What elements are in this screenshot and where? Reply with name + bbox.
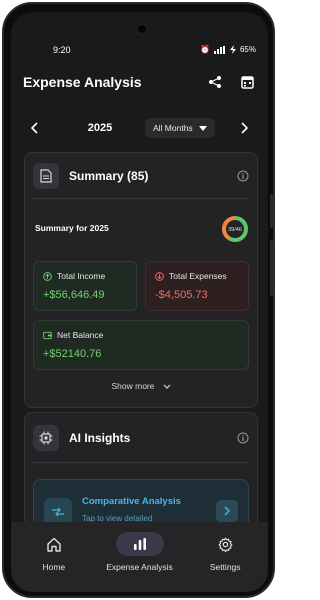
home-icon (30, 532, 78, 556)
income-value: +$56,646.49 (43, 289, 105, 301)
chevron-right-icon (224, 506, 230, 516)
app-header: Expense Analysis (23, 70, 256, 94)
month-filter-dropdown[interactable]: All Months (145, 118, 215, 138)
arrow-down-circle-icon (155, 271, 164, 281)
status-bar: 9:20 ⏰ 65% (11, 12, 268, 55)
summary-title: Summary (85) (69, 168, 149, 183)
summary-header: Summary (85) (33, 153, 249, 199)
nav-settings-label: Settings (209, 562, 241, 572)
chevron-right-icon (241, 122, 248, 134)
caret-down-icon (198, 125, 207, 131)
comparative-analysis-title: Comparative Analysis (82, 496, 181, 507)
expense-value: -$4,505.73 (155, 289, 208, 301)
info-icon[interactable] (237, 432, 249, 444)
app-screen: 9:20 ⏰ 65% Expense Analysis 2025 All Mon… (11, 12, 268, 592)
previous-year-button[interactable] (23, 122, 47, 134)
phone-frame: 9:20 ⏰ 65% Expense Analysis 2025 All Mon… (2, 2, 275, 598)
ai-insights-title: AI Insights (69, 430, 131, 445)
power-button (270, 240, 273, 296)
balance-label: Net Balance (57, 330, 104, 340)
month-filter-value: All Months (153, 123, 193, 133)
summary-card: Summary (85) Summary for 2025 39/46 Tota… (24, 152, 258, 408)
page-title: Expense Analysis (23, 74, 142, 90)
gear-icon (201, 532, 249, 556)
nav-home[interactable]: Home (11, 522, 97, 592)
nav-expense-analysis-label: Expense Analysis (106, 562, 173, 572)
donut-label: 39/46 (228, 227, 242, 233)
share-icon[interactable] (206, 73, 224, 91)
cpu-icon (33, 424, 59, 451)
document-icon (33, 162, 59, 189)
expense-label: Total Expenses (169, 271, 227, 281)
open-comparison-button[interactable] (216, 500, 238, 522)
status-time: 9:20 (53, 45, 71, 55)
chevron-down-icon (163, 384, 170, 389)
total-income-tile[interactable]: Total Income +$56,646.49 (33, 261, 137, 311)
next-year-button[interactable] (232, 122, 256, 134)
signal-icon (213, 45, 225, 54)
info-icon[interactable] (237, 170, 249, 182)
total-expenses-tile[interactable]: Total Expenses -$4,505.73 (145, 261, 249, 311)
status-icons: ⏰ 65% (200, 45, 256, 54)
show-more-label: Show more (111, 381, 155, 391)
balance-value: +$52140.76 (43, 348, 102, 360)
ai-insights-header: AI Insights (33, 413, 249, 463)
income-label: Total Income (57, 271, 106, 281)
volume-button (270, 194, 273, 228)
bottom-navigation: Home Expense Analysis Settings (11, 522, 268, 592)
nav-home-label: Home (42, 562, 66, 572)
year-label: 2025 (87, 122, 113, 134)
show-more-button[interactable]: Show more (25, 381, 257, 391)
chart-icon (115, 532, 164, 556)
arrow-up-circle-icon (43, 271, 52, 281)
wallet-icon (43, 331, 52, 339)
chevron-left-icon (31, 122, 38, 134)
nav-settings[interactable]: Settings (182, 522, 268, 592)
calendar-icon[interactable] (238, 73, 256, 91)
battery-charging-icon (229, 45, 236, 54)
alarm-icon: ⏰ (200, 45, 210, 54)
net-balance-tile[interactable]: Net Balance +$52140.76 (33, 320, 249, 370)
period-selector: 2025 All Months (23, 116, 256, 140)
battery-percent: 65% (239, 45, 256, 54)
progress-donut: 39/46 (222, 216, 248, 242)
summary-subtitle: Summary for 2025 (35, 223, 109, 233)
nav-expense-analysis[interactable]: Expense Analysis (97, 522, 183, 592)
